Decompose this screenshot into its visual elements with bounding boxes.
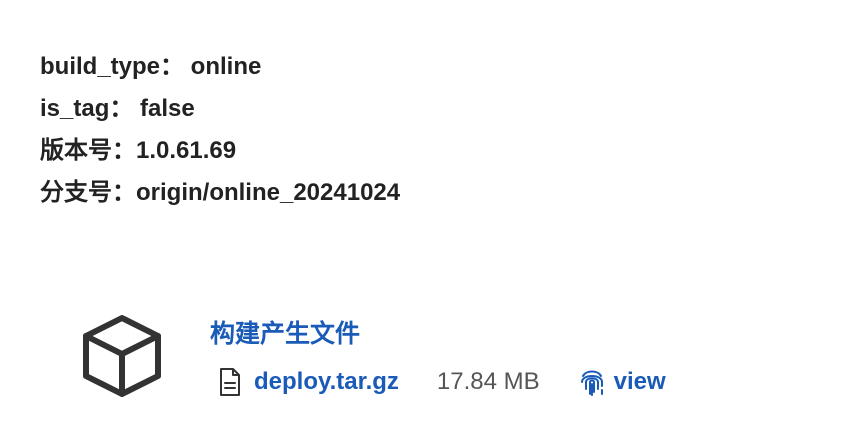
param-build-type: build_type： online [40, 53, 262, 80]
fingerprint-icon[interactable] [578, 367, 606, 397]
artifacts-title: 构建产生文件 [210, 320, 361, 348]
param-version: 版本号：1.0.61.69 [40, 137, 237, 164]
cube-icon [83, 315, 161, 397]
build-parameters: build_type： online is_tag： false 版本号：1.0… [40, 46, 400, 214]
param-is-tag: is_tag： false [40, 95, 195, 122]
view-link[interactable]: view [614, 368, 666, 396]
download-file-link[interactable]: deploy.tar.gz [254, 368, 399, 396]
param-branch: 分支号：origin/online_20241024 [40, 179, 401, 206]
file-size: 17.84 MB [436, 368, 540, 395]
file-icon [220, 368, 240, 396]
artifact-file-row: deploy.tar.gz 17.84 MB view [218, 362, 666, 402]
